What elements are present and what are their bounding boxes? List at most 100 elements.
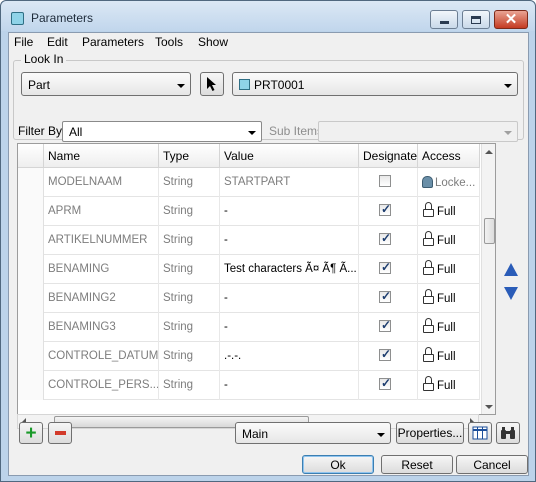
row-header[interactable] (18, 226, 44, 255)
checkmark-icon: ✓ (381, 289, 392, 303)
minus-icon (54, 431, 66, 435)
unlocked-icon (422, 231, 436, 246)
row-header[interactable] (18, 313, 44, 342)
plus-icon: + (25, 422, 37, 444)
cell-access[interactable]: Full (418, 255, 480, 284)
cell-name: APRM (44, 197, 159, 226)
remove-parameter-button[interactable] (48, 422, 72, 444)
cell-name: MODELNAAM (44, 168, 159, 197)
add-parameter-button[interactable]: + (19, 422, 43, 444)
column-header-value[interactable]: Value (220, 144, 359, 168)
cursor-arrow-icon (207, 77, 216, 91)
table-row[interactable]: MODELNAAMStringSTARTPARTLocke...... (18, 168, 494, 197)
unlocked-icon (422, 202, 436, 217)
cell-designate: ✓ (359, 255, 418, 284)
cell-access[interactable]: Full (418, 197, 480, 226)
designate-checkbox[interactable]: ✓ (379, 318, 391, 332)
cell-access[interactable]: Full (418, 284, 480, 313)
scroll-up-icon[interactable] (485, 150, 493, 154)
cell-type: String (159, 371, 220, 400)
designate-checkbox[interactable]: ✓ (379, 347, 391, 361)
table-row[interactable]: BENAMING3String-✓Full... (18, 313, 494, 342)
cell-type: String (159, 197, 220, 226)
cell-name: CONTROLE_PERS... (44, 371, 159, 400)
move-up-icon[interactable] (504, 263, 518, 276)
access-label: Full (437, 322, 456, 334)
row-header[interactable] (18, 168, 44, 197)
designate-checkbox[interactable]: ✓ (379, 231, 391, 245)
unlocked-icon (422, 260, 436, 275)
look-in-object-dropdown[interactable]: PRT0001 (232, 72, 518, 96)
cell-value[interactable]: - (220, 313, 359, 342)
cell-value[interactable]: - (220, 371, 359, 400)
cell-value[interactable]: .-.-. (220, 342, 359, 371)
maximize-button[interactable] (462, 10, 490, 29)
minimize-button[interactable] (430, 10, 458, 29)
menu-show[interactable]: Show (198, 35, 228, 49)
title-bar[interactable]: Parameters ✕ (1, 1, 535, 31)
scroll-down-icon[interactable] (485, 405, 493, 409)
unlocked-icon (422, 289, 436, 304)
table-row[interactable]: BENAMING2String-✓Full... (18, 284, 494, 313)
table-vertical-scrollbar[interactable] (481, 144, 495, 414)
designate-checkbox[interactable]: ✓ (379, 260, 391, 274)
cell-designate (359, 168, 418, 197)
window-title: Parameters (31, 11, 94, 25)
cell-value[interactable]: - (220, 284, 359, 313)
menu-file[interactable]: File (14, 35, 33, 49)
cell-value[interactable]: - (220, 226, 359, 255)
table-row[interactable]: BENAMING String Test characters Ã¤ Ã¶ Ã...… (18, 255, 494, 284)
cell-designate: ✓ (359, 313, 418, 342)
menu-tools[interactable]: Tools (155, 35, 183, 49)
select-object-button[interactable] (200, 72, 224, 96)
row-header[interactable] (18, 342, 44, 371)
designate-checkbox[interactable]: ✓ (379, 202, 391, 216)
cell-access[interactable]: Full (418, 342, 480, 371)
access-label: Full (437, 293, 456, 305)
view-dropdown[interactable]: Main (235, 422, 391, 444)
look-in-type-dropdown[interactable]: Part (21, 72, 191, 96)
cell-name: BENAMING2 (44, 284, 159, 313)
cell-access[interactable]: Locke... (418, 168, 480, 197)
vertical-scroll-thumb[interactable] (484, 218, 495, 244)
designate-checkbox[interactable] (379, 175, 391, 187)
column-header-access[interactable]: Access (418, 144, 480, 168)
cell-access[interactable]: Full (418, 371, 480, 400)
column-header-type[interactable]: Type (159, 144, 220, 168)
cancel-button[interactable]: Cancel (456, 455, 528, 474)
designate-checkbox[interactable]: ✓ (379, 289, 392, 303)
cell-value[interactable]: STARTPART (220, 168, 359, 197)
column-header-name[interactable]: Name (44, 144, 159, 168)
cell-access[interactable]: Full (418, 313, 480, 342)
menu-edit[interactable]: Edit (47, 35, 68, 49)
table-row[interactable]: ARTIKELNUMMERString-✓Full... (18, 226, 494, 255)
cell-value[interactable]: Test characters Ã¤ Ã¶ Ã... (220, 255, 359, 284)
designate-checkbox[interactable]: ✓ (379, 376, 392, 390)
menu-parameters[interactable]: Parameters (82, 35, 144, 49)
row-header[interactable] (18, 371, 44, 400)
reset-button[interactable]: Reset (381, 455, 453, 474)
chevron-down-icon (248, 131, 256, 135)
ok-button[interactable]: Ok (302, 455, 374, 474)
cell-name: BENAMING3 (44, 313, 159, 342)
cell-value[interactable]: - (220, 197, 359, 226)
access-label: Full (437, 380, 456, 392)
properties-button[interactable]: Properties... (396, 422, 464, 444)
find-button[interactable] (496, 422, 520, 444)
filter-by-dropdown[interactable]: All (62, 121, 262, 142)
minimize-icon (439, 21, 449, 24)
table-row[interactable]: CONTROLE_PERS...String-✓Full... (18, 371, 494, 400)
table-row[interactable]: APRMString-✓Full... (18, 197, 494, 226)
move-down-icon[interactable] (504, 287, 518, 300)
row-header[interactable] (18, 197, 44, 226)
row-header[interactable] (18, 284, 44, 313)
row-header[interactable] (18, 255, 44, 284)
cell-access[interactable]: Full (418, 226, 480, 255)
column-header-designate[interactable]: Designate (359, 144, 418, 168)
table-header: Name Type Value Designate Access So (18, 144, 495, 168)
table-columns-button[interactable] (468, 422, 492, 444)
checkmark-icon: ✓ (381, 376, 392, 390)
table-row[interactable]: CONTROLE_DATUMString.-.-.✓Full... (18, 342, 494, 371)
cell-name: CONTROLE_DATUM (44, 342, 159, 371)
close-button[interactable]: ✕ (494, 10, 528, 29)
